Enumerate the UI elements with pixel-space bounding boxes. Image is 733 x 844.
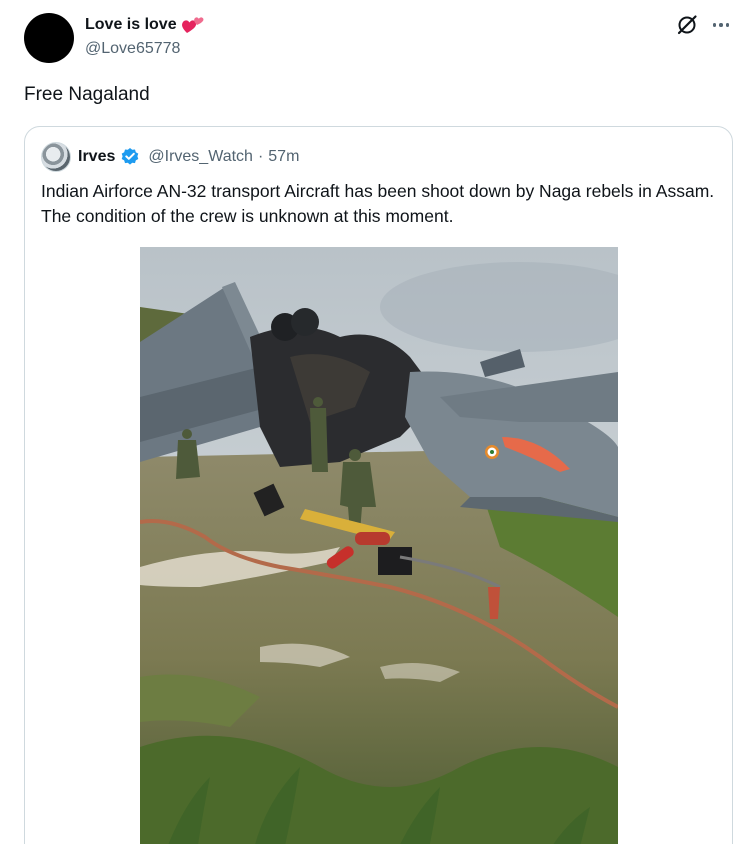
quoted-tweet[interactable]: Irves @Irves_Watch · 57m Indian Airforce… [24,126,733,844]
quote-avatar [41,142,71,172]
quote-separator: · [257,148,264,165]
grok-icon[interactable] [676,14,698,36]
author-name[interactable]: Love is love [85,16,177,34]
two-hearts-icon [181,15,205,35]
quote-timestamp: 57m [268,148,300,165]
verified-badge-icon [120,147,140,167]
tweet: Love is love @Love65778 Free Nagaland Ir… [0,0,733,844]
quote-author-handle: @Irves_Watch [148,148,253,165]
author-handle[interactable]: @Love65778 [85,40,180,58]
more-icon[interactable] [710,14,732,36]
quote-author-name: Irves [78,148,116,165]
author-row: Love is love [85,14,205,36]
avatar[interactable] [24,13,74,63]
tweet-text: Free Nagaland [24,84,150,105]
quote-text: Indian Airforce AN-32 transport Aircraft… [41,181,715,226]
quote-photo[interactable] [140,247,618,844]
quote-header: Irves @Irves_Watch · 57m [41,142,300,172]
